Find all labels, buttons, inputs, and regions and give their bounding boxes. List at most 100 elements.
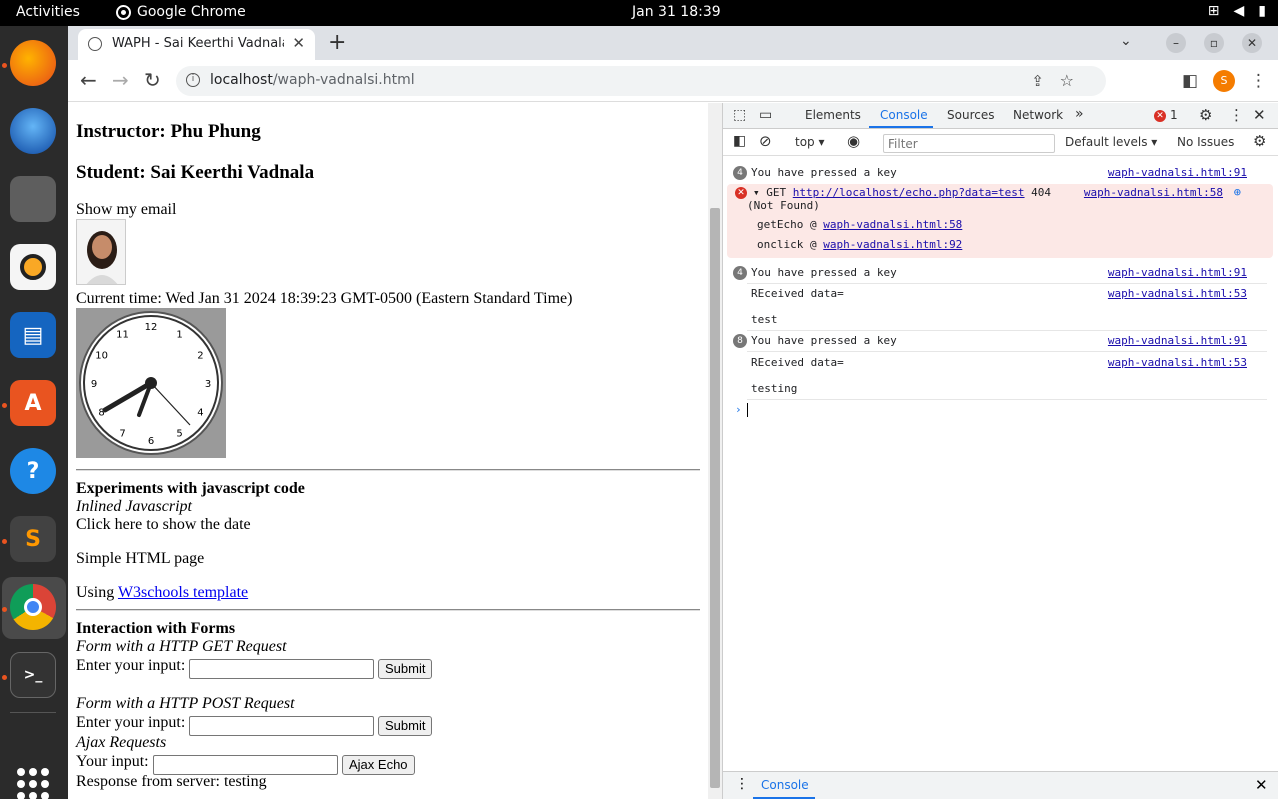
issues-indicator[interactable]: No Issues	[1177, 135, 1234, 149]
page-scrollbar[interactable]	[708, 103, 722, 799]
drawer-tab-console[interactable]: Console	[761, 778, 809, 792]
stack-location-link[interactable]: waph-vadnalsi.html:92	[823, 238, 962, 251]
tab-sources[interactable]: Sources	[947, 108, 994, 122]
post-input-field[interactable]	[189, 716, 374, 736]
tab-console[interactable]: Console	[880, 108, 928, 122]
show-date-link[interactable]: Click here to show the date	[76, 516, 251, 534]
network-request-icon[interactable]: ⊕	[1234, 185, 1241, 199]
side-panel-icon[interactable]: ◧	[1182, 71, 1198, 91]
terminal-icon[interactable]: >_	[10, 652, 56, 698]
firefox-icon[interactable]	[10, 40, 56, 86]
get-input-field[interactable]	[189, 659, 374, 679]
message-separator	[747, 283, 1267, 284]
get-submit-button[interactable]: Submit	[378, 659, 433, 679]
sidebar-toggle-icon[interactable]: ◧	[733, 133, 746, 149]
log-levels-dropdown[interactable]: Default levels ▾	[1065, 135, 1157, 149]
message-separator	[747, 399, 1267, 400]
get-form-title: Form with a HTTP GET Request	[76, 638, 287, 655]
error-summary[interactable]: ▾ GET http://localhost/echo.php?data=tes…	[753, 186, 1051, 199]
eye-icon[interactable]: ◉	[847, 132, 860, 150]
console-output: 4 You have pressed a key waph-vadnalsi.h…	[723, 157, 1278, 759]
student-photo	[76, 219, 126, 285]
stack-location-link[interactable]: waph-vadnalsi.html:58	[823, 218, 962, 231]
clear-console-icon[interactable]: ⊘	[759, 132, 772, 150]
browser-tab[interactable]: WAPH - Sai Keerthi Vadnala ✕	[78, 29, 315, 60]
running-indicator	[2, 403, 7, 408]
source-link[interactable]: waph-vadnalsi.html:53	[1108, 287, 1247, 300]
close-window-button[interactable]: ✕	[1242, 33, 1262, 53]
error-count[interactable]: 1	[1170, 108, 1178, 122]
stack-frame: onclick @ waph-vadnalsi.html:92	[757, 238, 962, 251]
help-icon[interactable]: ?	[10, 448, 56, 494]
tab-elements[interactable]: Elements	[805, 108, 861, 122]
instructor-heading: Instructor: Phu Phung	[76, 121, 261, 142]
source-link[interactable]: waph-vadnalsi.html:91	[1108, 266, 1247, 279]
system-tray[interactable]: ⊞ ◀ ▮	[1208, 3, 1266, 19]
devtools-menu-icon[interactable]: ⋮	[1229, 106, 1244, 124]
ajax-input-field[interactable]	[153, 755, 338, 775]
files-icon[interactable]	[10, 176, 56, 222]
drawer-menu-icon[interactable]: ⋮	[735, 776, 749, 792]
using-template-text: Using W3schools template	[76, 584, 248, 602]
message-separator	[747, 351, 1267, 352]
repeat-count-badge: 4	[733, 166, 747, 180]
reload-button[interactable]: ↻	[144, 68, 161, 92]
close-drawer-icon[interactable]: ✕	[1255, 776, 1268, 794]
share-icon[interactable]: ⇪	[1031, 72, 1044, 90]
app-menu[interactable]: Google Chrome	[116, 4, 246, 20]
source-link[interactable]: waph-vadnalsi.html:91	[1108, 334, 1247, 347]
js-experiments-heading: Experiments with javascript code	[76, 480, 305, 497]
inspect-element-icon[interactable]: ⬚	[733, 107, 746, 123]
clock-numeral: 3	[205, 379, 211, 390]
scrollbar-thumb[interactable]	[710, 208, 720, 788]
more-tabs-icon[interactable]: »	[1075, 106, 1084, 122]
console-message-text: test	[751, 313, 778, 326]
divider	[76, 609, 700, 611]
app-center-icon[interactable]: A	[10, 380, 56, 426]
maximize-button[interactable]: ▫	[1204, 33, 1224, 53]
devtools-panel: ⬚ ▭ Elements Console Sources Network » ✕…	[722, 103, 1278, 799]
source-link[interactable]: waph-vadnalsi.html:53	[1108, 356, 1247, 369]
settings-gear-icon[interactable]: ⚙	[1199, 106, 1212, 124]
chrome-icon[interactable]	[10, 584, 56, 630]
minimize-button[interactable]: –	[1166, 33, 1186, 53]
dock-separator	[10, 712, 56, 713]
console-message-text: You have pressed a key	[751, 266, 897, 279]
site-info-icon[interactable]: i	[186, 73, 200, 87]
console-filter-input[interactable]	[883, 134, 1055, 153]
w3schools-link[interactable]: W3schools template	[118, 584, 248, 601]
request-url-link[interactable]: http://localhost/echo.php?data=test	[793, 186, 1025, 199]
context-selector[interactable]: top ▾	[795, 135, 825, 149]
post-submit-button[interactable]: Submit	[378, 716, 433, 736]
activities-button[interactable]: Activities	[16, 4, 80, 20]
error-icon[interactable]: ✕	[1154, 110, 1166, 122]
close-tab-icon[interactable]: ✕	[292, 34, 305, 52]
ajax-echo-button[interactable]: Ajax Echo	[342, 755, 415, 775]
writer-icon[interactable]: ▤	[10, 312, 56, 358]
repeat-count-badge: 4	[733, 266, 747, 280]
source-link[interactable]: waph-vadnalsi.html:91	[1108, 166, 1247, 179]
close-devtools-icon[interactable]: ✕	[1253, 106, 1266, 124]
thunderbird-icon[interactable]	[10, 108, 56, 154]
error-icon: ✕	[735, 187, 747, 199]
tab-network[interactable]: Network	[1013, 108, 1063, 122]
system-clock[interactable]: Jan 31 18:39	[632, 4, 721, 20]
profile-avatar[interactable]: S	[1213, 70, 1235, 92]
back-button[interactable]: ←	[80, 68, 97, 92]
source-link[interactable]: waph-vadnalsi.html:58	[1084, 186, 1223, 199]
console-settings-gear-icon[interactable]: ⚙	[1253, 132, 1266, 150]
forward-button[interactable]: →	[112, 68, 129, 92]
new-tab-button[interactable]: +	[328, 30, 346, 55]
message-separator	[747, 330, 1267, 331]
address-bar[interactable]: i localhost/waph-vadnalsi.html ⇪ ☆	[176, 66, 1106, 96]
show-email-link[interactable]: Show my email	[76, 201, 176, 219]
rhythmbox-icon[interactable]	[10, 244, 56, 290]
expand-triangle-icon[interactable]: ▾	[753, 186, 760, 199]
show-apps-icon[interactable]	[17, 768, 49, 799]
menu-kebab-icon[interactable]: ⋮	[1250, 71, 1267, 91]
tab-search-chevron-icon[interactable]: ⌄	[1120, 33, 1132, 49]
sublime-text-icon[interactable]: S	[10, 516, 56, 562]
app-name: Google Chrome	[137, 4, 246, 20]
device-toolbar-icon[interactable]: ▭	[759, 107, 772, 123]
bookmark-star-icon[interactable]: ☆	[1060, 71, 1074, 90]
